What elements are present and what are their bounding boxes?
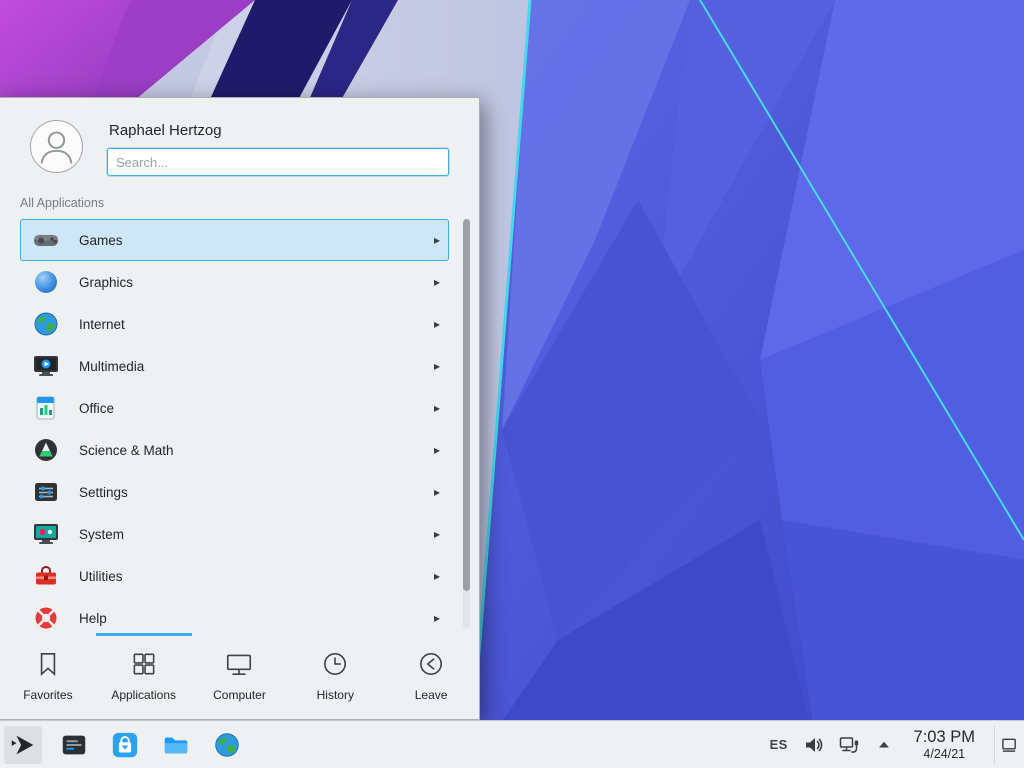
chevron-right-icon: ▸ (428, 317, 446, 331)
volume-icon[interactable] (803, 734, 825, 756)
science-flask-icon (32, 436, 60, 464)
search-input[interactable] (107, 148, 449, 176)
scrollbar-track[interactable] (463, 219, 470, 629)
category-label: Multimedia (79, 359, 428, 374)
network-icon[interactable] (838, 734, 860, 756)
application-launcher-menu: Raphael Hertzog All Applications Games (0, 97, 480, 720)
category-label: Internet (79, 317, 428, 332)
graphics-orb-icon (32, 268, 60, 296)
category-label: Settings (79, 485, 428, 500)
user-avatar[interactable] (30, 120, 83, 173)
category-internet[interactable]: Internet ▸ (20, 303, 449, 345)
tab-leave[interactable]: Leave (383, 649, 479, 719)
help-lifebuoy-icon (32, 604, 60, 632)
clock-time: 7:03 PM (914, 728, 975, 747)
clock-icon (320, 649, 350, 679)
category-label: System (79, 527, 428, 542)
terminal-app-icon[interactable] (55, 726, 93, 764)
tab-applications[interactable]: Applications (96, 649, 192, 719)
system-monitor-icon (32, 520, 60, 548)
chevron-right-icon: ▸ (428, 443, 446, 457)
scrollbar-thumb[interactable] (463, 219, 470, 591)
tab-label: Computer (213, 688, 266, 702)
taskbar: ES (0, 720, 1024, 768)
computer-icon (224, 649, 254, 679)
chevron-right-icon: ▸ (428, 527, 446, 541)
category-system[interactable]: System ▸ (20, 513, 449, 555)
user-name: Raphael Hertzog (109, 122, 449, 139)
chevron-right-icon: ▸ (428, 485, 446, 499)
launcher-header: Raphael Hertzog (0, 98, 479, 187)
tab-label: Applications (111, 688, 176, 702)
gamepad-icon (32, 226, 60, 254)
multimedia-monitor-icon (32, 352, 60, 380)
category-list: Games ▸ Graphics ▸ (0, 217, 479, 633)
tab-computer[interactable]: Computer (192, 649, 288, 719)
category-graphics[interactable]: Graphics ▸ (20, 261, 449, 303)
category-help[interactable]: Help ▸ (20, 597, 449, 633)
tab-label: History (317, 688, 354, 702)
chevron-right-icon: ▸ (428, 233, 446, 247)
category-label: Games (79, 233, 428, 248)
web-browser-icon[interactable] (208, 726, 246, 764)
chevron-right-icon: ▸ (428, 569, 446, 583)
bookmark-icon (33, 649, 63, 679)
show-desktop-icon[interactable] (994, 726, 1018, 764)
tab-label: Favorites (23, 688, 72, 702)
utilities-toolbox-icon (32, 562, 60, 590)
category-label: Utilities (79, 569, 428, 584)
category-label: Graphics (79, 275, 428, 290)
system-tray: ES (768, 726, 1018, 764)
launcher-footer-tabs: Favorites Applications (0, 633, 479, 719)
discover-store-icon[interactable] (106, 726, 144, 764)
section-label: All Applications (0, 187, 479, 217)
desktop: Raphael Hertzog All Applications Games (0, 0, 1024, 768)
category-office[interactable]: Office ▸ (20, 387, 449, 429)
settings-sliders-icon (32, 478, 60, 506)
chevron-right-icon: ▸ (428, 611, 446, 625)
tab-history[interactable]: History (287, 649, 383, 719)
category-label: Science & Math (79, 443, 428, 458)
clock-date: 4/24/21 (923, 747, 965, 761)
category-multimedia[interactable]: Multimedia ▸ (20, 345, 449, 387)
keyboard-layout-indicator[interactable]: ES (768, 737, 790, 752)
kde-launcher-icon[interactable] (4, 726, 42, 764)
category-utilities[interactable]: Utilities ▸ (20, 555, 449, 597)
chevron-right-icon: ▸ (428, 359, 446, 373)
leave-icon (416, 649, 446, 679)
file-manager-icon[interactable] (157, 726, 195, 764)
app-grid-icon (129, 649, 159, 679)
clock[interactable]: 7:03 PM 4/24/21 (908, 728, 981, 761)
active-tab-indicator (96, 633, 192, 636)
category-label: Office (79, 401, 428, 416)
category-settings[interactable]: Settings ▸ (20, 471, 449, 513)
globe-icon (32, 310, 60, 338)
chevron-right-icon: ▸ (428, 401, 446, 415)
expand-caret-up-icon[interactable] (873, 734, 895, 756)
category-label: Help (79, 611, 428, 626)
tab-label: Leave (415, 688, 448, 702)
tab-favorites[interactable]: Favorites (0, 649, 96, 719)
chevron-right-icon: ▸ (428, 275, 446, 289)
category-games[interactable]: Games ▸ (20, 219, 449, 261)
user-icon (31, 120, 82, 173)
taskbar-left (4, 726, 246, 764)
office-document-icon (32, 394, 60, 422)
category-science-math[interactable]: Science & Math ▸ (20, 429, 449, 471)
